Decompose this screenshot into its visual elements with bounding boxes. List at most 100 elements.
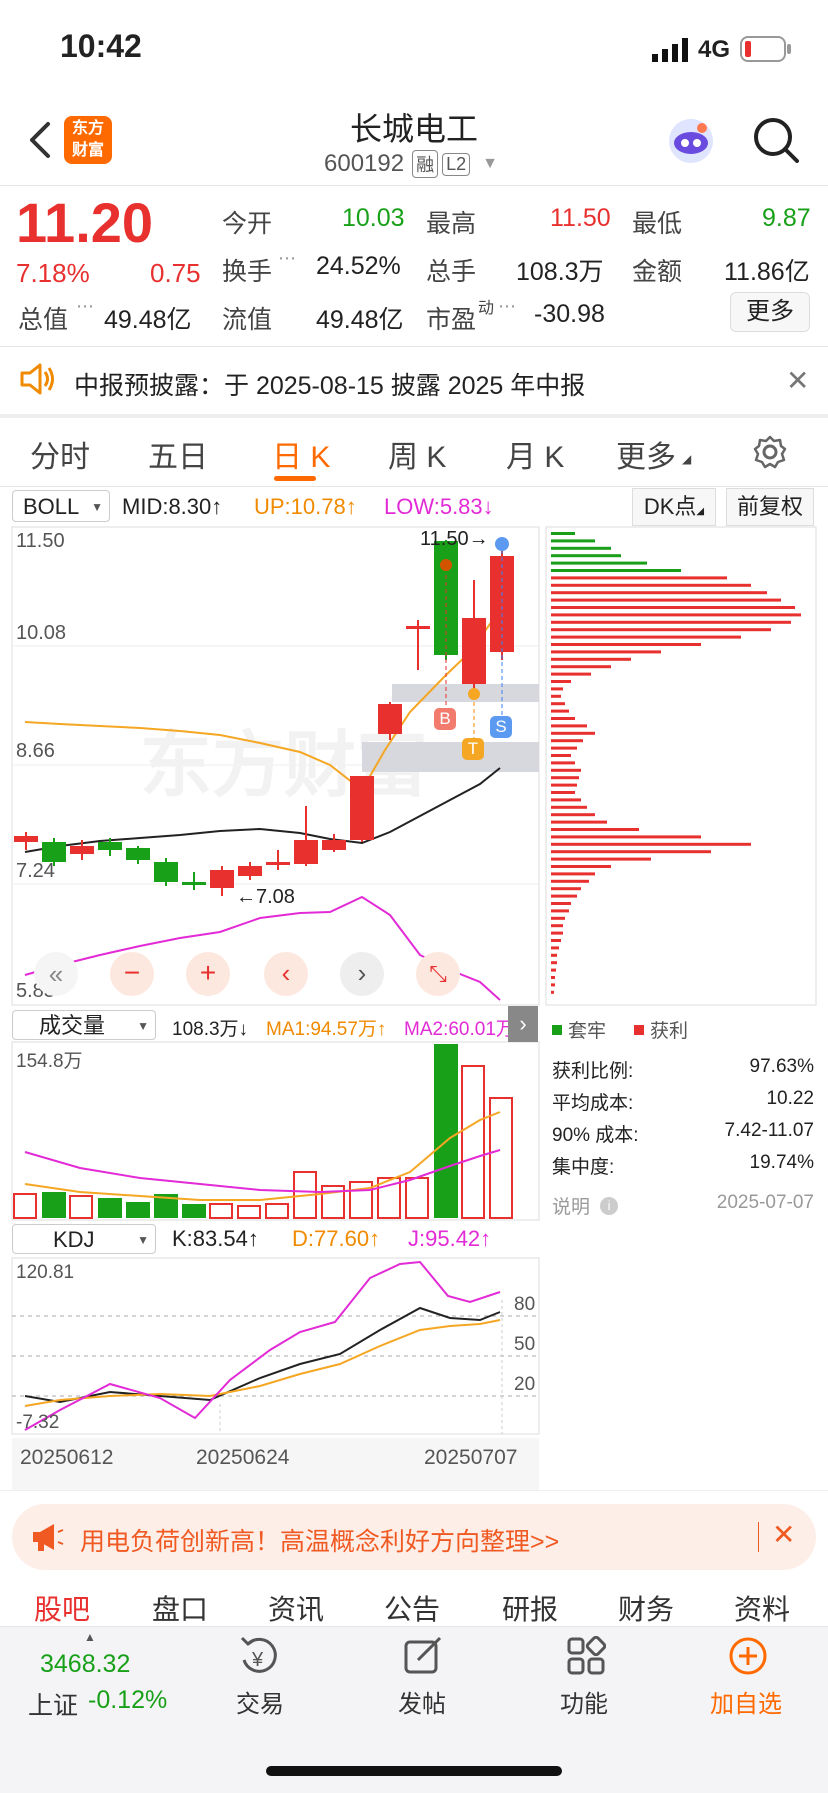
chip-profit-ratio-label: 获利比例:: [552, 1061, 634, 1082]
chip-bar: [551, 739, 583, 743]
chip-note-link[interactable]: 说明 i: [552, 1192, 619, 1219]
nav-trade[interactable]: 交易: [236, 1684, 284, 1719]
zoom-out-button[interactable]: −: [110, 952, 154, 996]
sell-signal-badge[interactable]: S: [490, 716, 512, 738]
chip-bar: [551, 583, 751, 587]
section-tab-guba[interactable]: 股吧: [34, 1588, 90, 1628]
index-expand-icon[interactable]: ▲: [84, 1630, 96, 1644]
volume-bar: [405, 1177, 429, 1219]
chip-bar: [551, 879, 589, 883]
chip-bar: [551, 591, 767, 595]
collapse-chart-button[interactable]: ›: [508, 1006, 538, 1042]
chip-bar: [551, 961, 557, 965]
high-price-marker: 11.50→: [420, 528, 489, 550]
low-price-marker: ←7.08: [236, 886, 295, 908]
buy-signal-badge[interactable]: B: [434, 708, 456, 730]
chip-date: 2025-07-07: [716, 1192, 814, 1213]
gap-zone-upper: [392, 684, 539, 702]
volume-bar: [209, 1203, 233, 1219]
chip-bar: [551, 939, 561, 942]
section-tab-finance[interactable]: 财务: [618, 1588, 674, 1628]
candle: [238, 866, 262, 876]
candle: [154, 862, 178, 882]
volume-indicator-select[interactable]: 成交量 ▼: [12, 1010, 156, 1040]
zoom-in-button[interactable]: +: [186, 952, 230, 996]
chip-bar: [551, 850, 711, 854]
ad-banner-text[interactable]: 用电负荷创新高！高温概念利好方向整理>>: [80, 1522, 559, 1558]
volume-bar: [237, 1205, 261, 1219]
kdj-level-50: 50: [514, 1334, 536, 1355]
section-tab-profile[interactable]: 资料: [734, 1588, 790, 1628]
index-change: -0.12%: [88, 1686, 168, 1714]
candle: [182, 882, 206, 885]
signal-dot: [440, 559, 452, 571]
chip-bar: [551, 783, 577, 787]
nav-function[interactable]: 功能: [560, 1684, 608, 1719]
chip-bar: [551, 798, 581, 802]
chip-bar: [551, 828, 639, 831]
candle: [322, 840, 346, 850]
chip-bar: [551, 761, 575, 765]
candle: [98, 842, 122, 850]
post-icon[interactable]: [402, 1636, 446, 1681]
volume-bar: [265, 1203, 289, 1219]
candle: [14, 836, 38, 842]
chip-bar: [551, 628, 771, 632]
chip-90-cost-value: 7.42-11.07: [724, 1120, 814, 1141]
kdj-j-line: [24, 1260, 501, 1431]
chip-bar: [551, 709, 569, 713]
date-end: 20250707: [424, 1446, 518, 1469]
gap-zone-lower: [362, 742, 539, 772]
chip-profit-ratio-value: 97.63%: [749, 1056, 814, 1077]
chip-bar: [551, 990, 554, 994]
kdj-indicator-select[interactable]: KDJ ▼: [12, 1224, 156, 1254]
volume-current: 108.3万↓: [172, 1019, 249, 1040]
scroll-left-fast-button[interactable]: «: [34, 952, 78, 996]
scroll-right-button[interactable]: ›: [340, 952, 384, 996]
volume-ma2: MA2:60.01万↑: [404, 1019, 524, 1040]
chip-bar: [551, 805, 587, 809]
chip-distribution: [551, 532, 801, 994]
chip-bar: [551, 916, 565, 920]
chip-bar: [551, 754, 571, 757]
y-label-3: 8.66: [16, 740, 55, 762]
section-tab-announcement[interactable]: 公告: [384, 1588, 440, 1628]
chip-bar: [551, 865, 611, 868]
section-tab-research[interactable]: 研报: [502, 1588, 558, 1628]
chip-bar: [551, 842, 751, 846]
volume-bar: [461, 1065, 485, 1219]
nav-add-watchlist[interactable]: 加自选: [710, 1684, 782, 1719]
y-label-4: 7.24: [16, 860, 55, 882]
section-tab-news[interactable]: 资讯: [268, 1588, 324, 1628]
scroll-left-button[interactable]: ‹: [264, 952, 308, 996]
trade-icon[interactable]: ¥: [238, 1636, 282, 1681]
chip-bar: [551, 650, 661, 654]
t-signal-badge[interactable]: T: [462, 738, 484, 760]
chip-bar: [551, 694, 561, 698]
volume-bar: [69, 1195, 93, 1219]
section-tab-pankou[interactable]: 盘口: [152, 1588, 208, 1628]
chip-bar: [551, 968, 556, 972]
candle: [378, 704, 402, 734]
nav-post[interactable]: 发帖: [398, 1684, 446, 1719]
y-label-top: 11.50: [16, 530, 65, 552]
chip-legend: 套牢 获利: [552, 1016, 688, 1043]
chip-bar: [551, 657, 631, 661]
kdj-j-value: J:95.42↑: [408, 1226, 492, 1251]
chip-bar: [551, 820, 607, 824]
fullscreen-button[interactable]: ⤡: [416, 952, 460, 996]
chip-bar: [551, 532, 575, 535]
volume-max-label: 154.8万: [16, 1051, 83, 1072]
chart-canvas: 东方财富: [11, 526, 817, 1435]
index-value[interactable]: 3468.32: [40, 1650, 130, 1679]
add-watchlist-icon[interactable]: [728, 1636, 768, 1681]
chip-bar: [551, 731, 595, 735]
chip-bar: [551, 909, 569, 913]
function-grid-icon[interactable]: [566, 1635, 607, 1681]
close-ad-icon[interactable]: ✕: [772, 1518, 795, 1551]
chip-bar: [551, 983, 555, 987]
volume-bar: [182, 1204, 206, 1218]
chip-bar: [551, 687, 563, 691]
index-name: 上证: [28, 1692, 79, 1720]
candle: [406, 626, 430, 629]
